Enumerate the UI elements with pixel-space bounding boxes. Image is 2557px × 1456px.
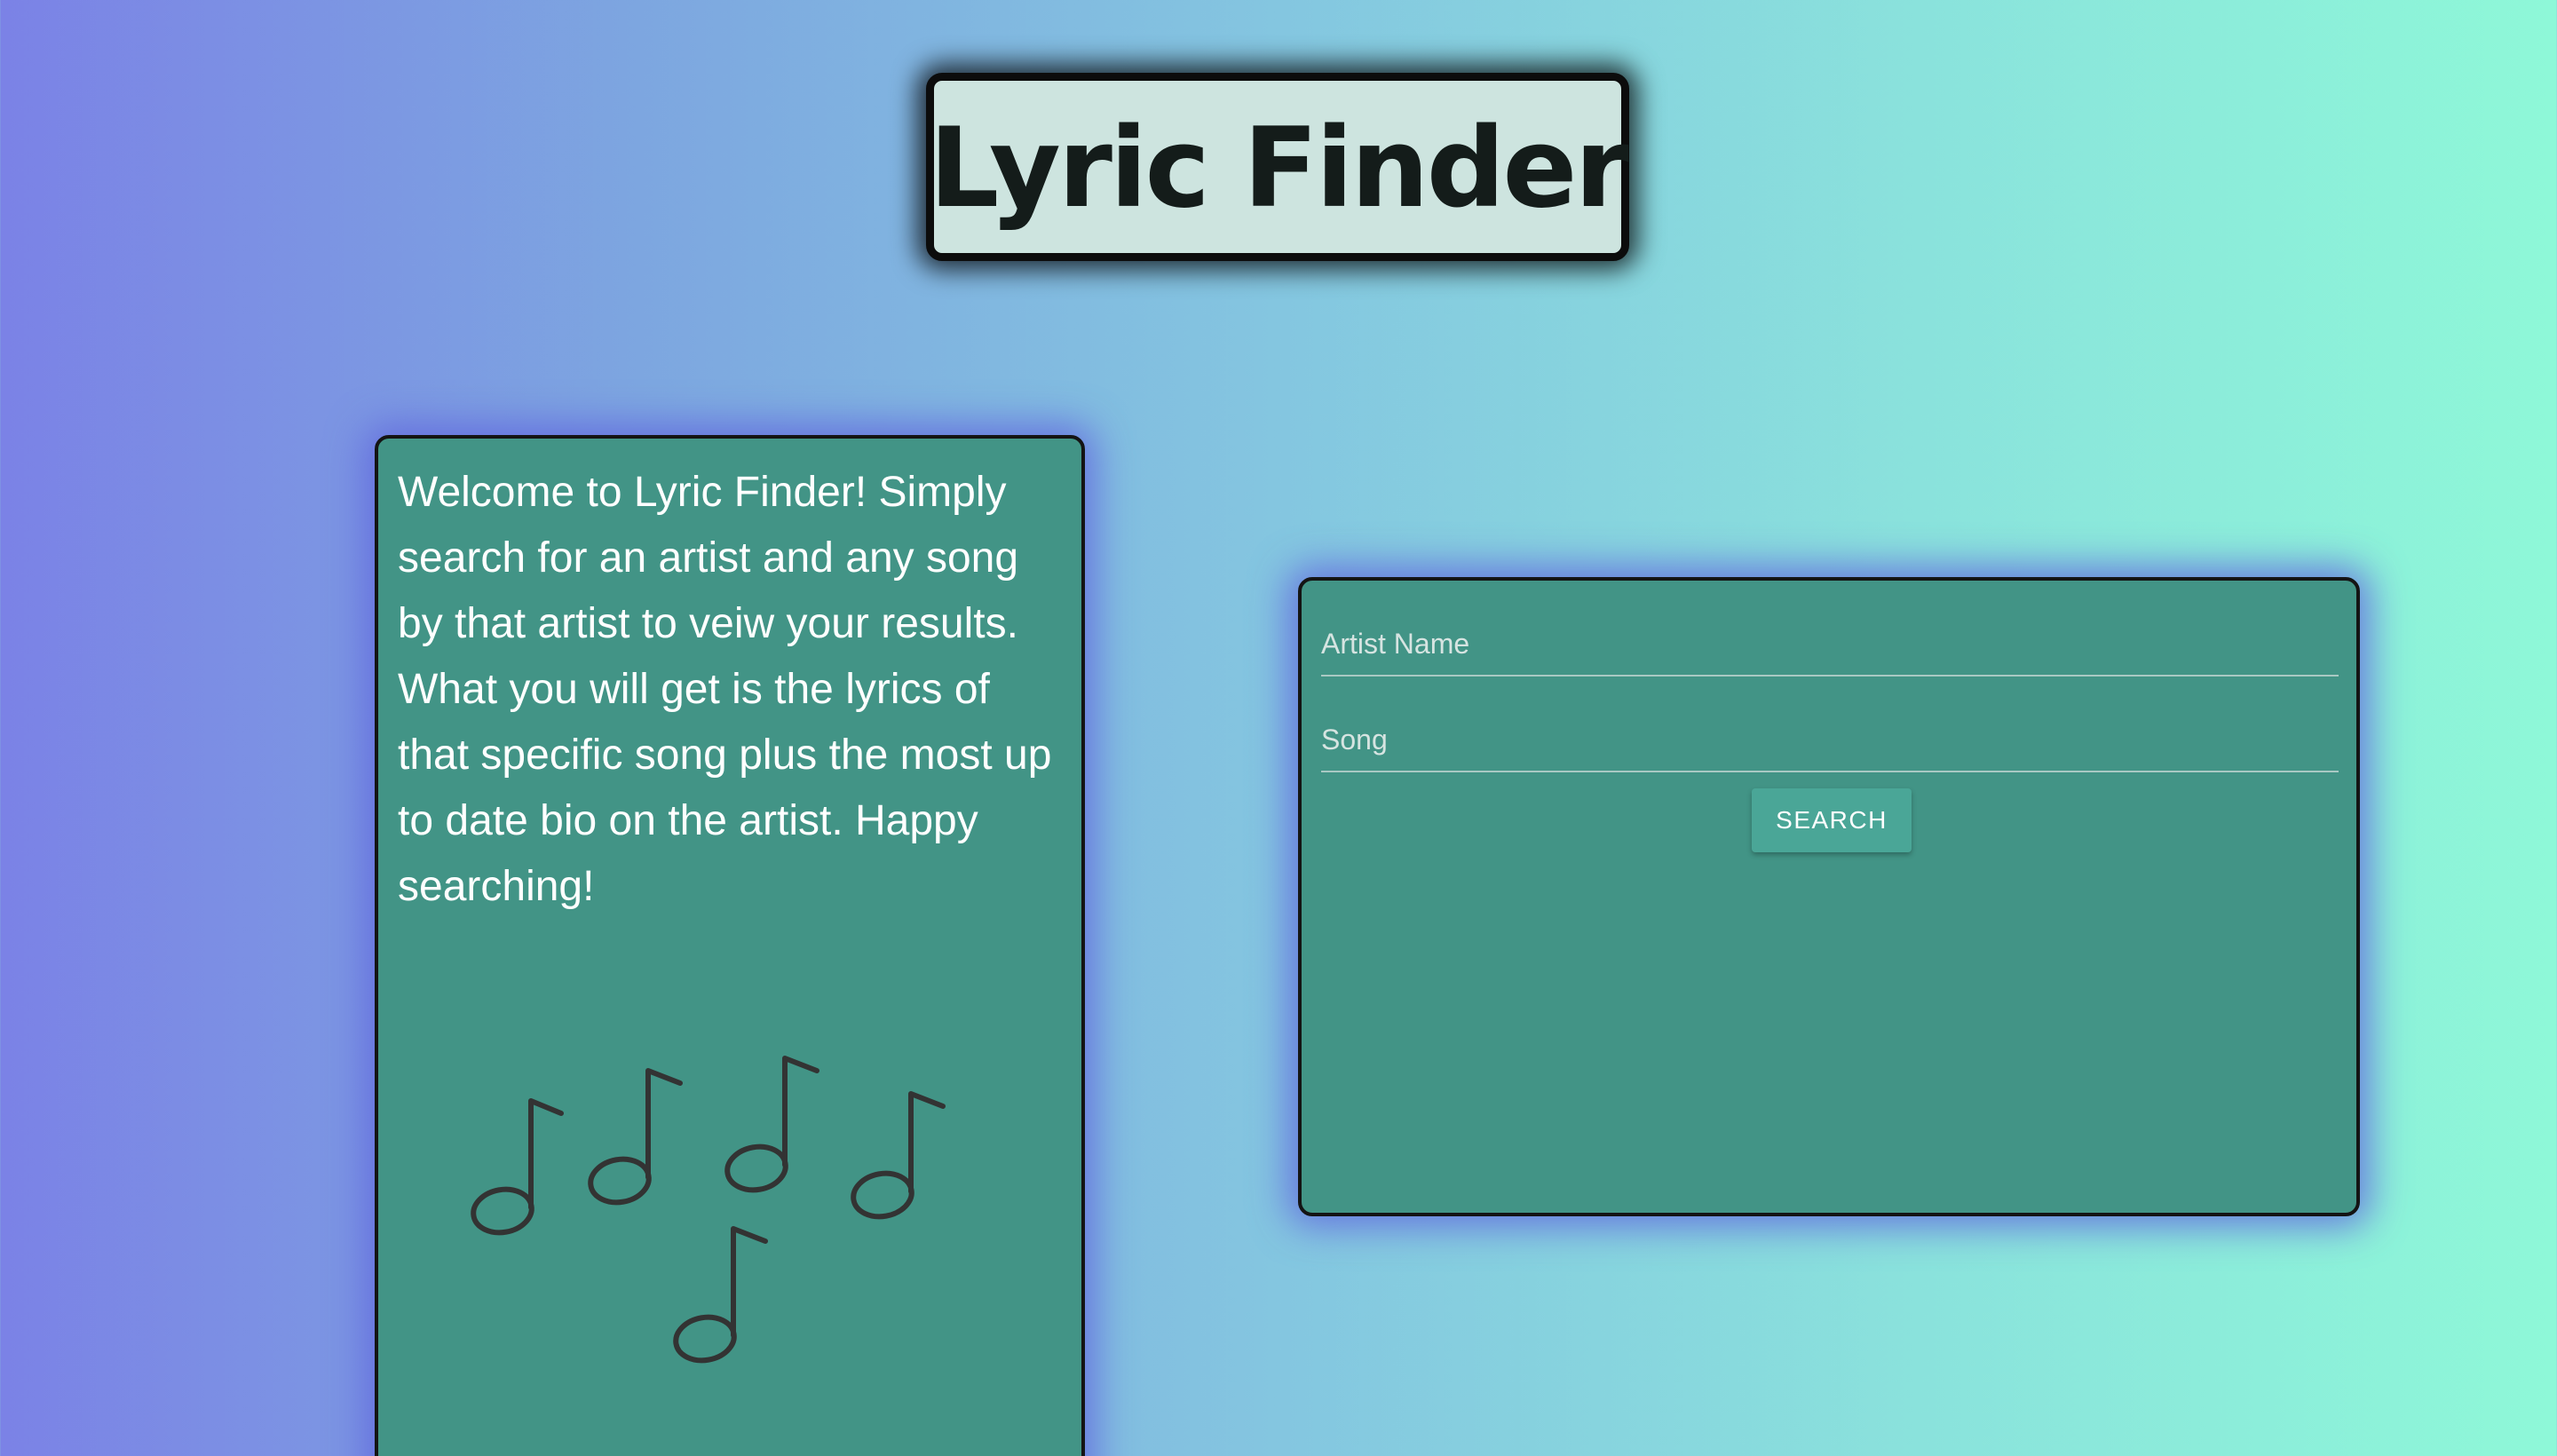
search-button[interactable]: SEARCH: [1752, 788, 1912, 852]
page-title: Lyric Finder: [929, 105, 1628, 233]
search-card: SEARCH: [1298, 577, 2360, 1216]
song-field: [1321, 708, 2339, 772]
song-input[interactable]: [1321, 708, 2339, 771]
welcome-text: Welcome to Lyric Finder! Simply search f…: [398, 469, 1052, 910]
title-banner: Lyric Finder: [926, 73, 1629, 261]
artist-name-field: [1321, 613, 2339, 677]
artist-name-input[interactable]: [1321, 613, 2339, 675]
welcome-card: Welcome to Lyric Finder! Simply search f…: [375, 435, 1085, 1456]
